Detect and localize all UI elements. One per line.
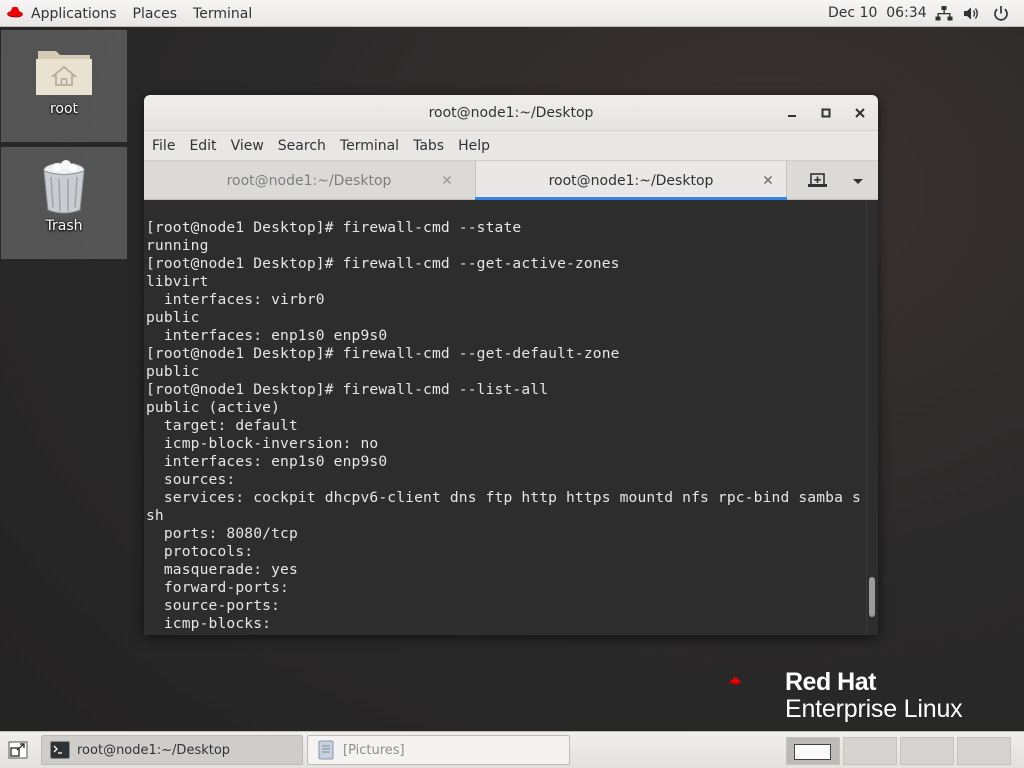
file-manager-icon <box>318 740 334 760</box>
terminal-line: interfaces: enp1s0 enp9s0 <box>146 327 388 344</box>
active-tab-indicator <box>475 197 787 200</box>
terminal-line: running <box>146 237 209 254</box>
terminal-window[interactable]: root@node1:~/Desktop File Edit View Sear… <box>144 95 878 635</box>
terminal-icon <box>50 741 70 759</box>
desktop-icon-label: Trash <box>45 218 83 234</box>
terminal-line: source-ports: <box>146 597 281 614</box>
tab-close-icon[interactable] <box>440 173 454 187</box>
trash-icon <box>43 160 85 214</box>
taskbar-item-pictures[interactable]: [Pictures] <box>307 735 570 765</box>
taskbar-item-terminal[interactable]: root@node1:~/Desktop <box>41 735 303 765</box>
terminal-line: target: default <box>146 417 298 434</box>
applications-menu[interactable]: Applications <box>0 0 125 27</box>
tab-inactive[interactable]: root@node1:~/Desktop <box>144 161 474 200</box>
terminal-line: masquerade: yes <box>146 561 298 578</box>
terminal-line: forward-ports: <box>146 579 289 596</box>
scrollbar-track[interactable] <box>866 201 878 635</box>
menu-view[interactable]: View <box>224 138 271 154</box>
terminal-line: interfaces: virbr0 <box>146 291 325 308</box>
places-label: Places <box>132 5 178 22</box>
menu-help[interactable]: Help <box>451 138 497 154</box>
workspace-1[interactable] <box>786 737 840 765</box>
workspace-3[interactable] <box>900 737 954 765</box>
workspace-2[interactable] <box>843 737 897 765</box>
workspace-window-thumb <box>794 744 831 760</box>
brand-line1: Red Hat <box>785 668 876 696</box>
terminal-output[interactable]: [root@node1 Desktop]# firewall-cmd --sta… <box>144 201 866 635</box>
terminal-line: services: cockpit dhcpv6-client dns ftp … <box>146 489 861 506</box>
desktop-icon-trash[interactable]: Trash <box>1 147 127 259</box>
terminal-app-label: Terminal <box>193 5 253 22</box>
workspace-4[interactable] <box>957 737 1011 765</box>
tab-active[interactable]: root@node1:~/Desktop <box>475 161 787 200</box>
tab-close-icon[interactable] <box>761 173 775 187</box>
chevron-down-icon[interactable] <box>846 171 870 191</box>
taskbar-item-label: root@node1:~/Desktop <box>77 742 231 758</box>
clock[interactable]: Dec 10 06:34 <box>828 5 927 21</box>
menu-terminal[interactable]: Terminal <box>333 138 406 154</box>
terminal-line: [root@node1 Desktop]# firewall-cmd --get… <box>146 255 620 272</box>
tab-bar: root@node1:~/Desktop root@node1:~/Deskto… <box>144 161 878 200</box>
terminal-line: icmp-block-inversion: no <box>146 435 379 452</box>
taskbar-item-label: [Pictures] <box>343 742 405 758</box>
terminal-line: [root@node1 Desktop]# firewall-cmd --get… <box>146 345 620 362</box>
tab-label: root@node1:~/Desktop <box>226 172 392 189</box>
bottom-panel: root@node1:~/Desktop [Pictures] <box>0 731 1024 768</box>
terminal-line: ports: 8080/tcp <box>146 525 298 542</box>
menu-tabs[interactable]: Tabs <box>406 138 451 154</box>
menu-search[interactable]: Search <box>271 138 333 154</box>
menu-bar: File Edit View Search Terminal Tabs Help <box>144 131 878 161</box>
terminal-line: sources: <box>146 471 236 488</box>
window-title: root@node1:~/Desktop <box>428 104 594 121</box>
terminal-line: public <box>146 309 200 326</box>
redhat-logo-icon <box>729 677 742 685</box>
network-icon[interactable] <box>935 5 953 22</box>
terminal-app-menu[interactable]: Terminal <box>185 0 260 27</box>
terminal-line: [root@node1 Desktop]# firewall-cmd --lis… <box>146 381 549 398</box>
terminal-line: icmp-blocks: <box>146 615 272 632</box>
redhat-icon <box>7 6 23 18</box>
terminal-line: [root@node1 Desktop]# firewall-cmd --sta… <box>146 219 522 236</box>
desktop-icon-label: root <box>49 101 79 117</box>
desktop-icon-root[interactable]: root <box>1 30 127 142</box>
volume-icon[interactable] <box>963 5 981 22</box>
terminal-line: libvirt <box>146 273 209 290</box>
show-desktop-icon[interactable] <box>8 741 28 759</box>
close-icon[interactable] <box>852 105 868 121</box>
terminal-line: interfaces: enp1s0 enp9s0 <box>146 453 388 470</box>
terminal-line: sh <box>146 507 164 524</box>
maximize-icon[interactable] <box>818 105 834 121</box>
new-tab-icon[interactable] <box>804 171 832 191</box>
minimize-icon[interactable] <box>784 105 800 121</box>
scrollbar-thumb[interactable] <box>869 577 875 617</box>
terminal-line: public <box>146 363 200 380</box>
window-titlebar[interactable]: root@node1:~/Desktop <box>144 95 878 131</box>
places-menu[interactable]: Places <box>125 0 186 27</box>
applications-label: Applications <box>31 5 117 22</box>
menu-file[interactable]: File <box>145 138 182 154</box>
top-panel: Applications Places Terminal Dec 10 06:3… <box>0 0 1024 27</box>
tab-label: root@node1:~/Desktop <box>548 172 714 189</box>
menu-edit[interactable]: Edit <box>182 138 223 154</box>
home-folder-icon <box>36 51 92 95</box>
terminal-line: protocols: <box>146 543 254 560</box>
terminal-line: public (active) <box>146 399 281 416</box>
brand-line2: Enterprise Linux <box>785 695 963 723</box>
power-icon[interactable] <box>992 5 1010 22</box>
